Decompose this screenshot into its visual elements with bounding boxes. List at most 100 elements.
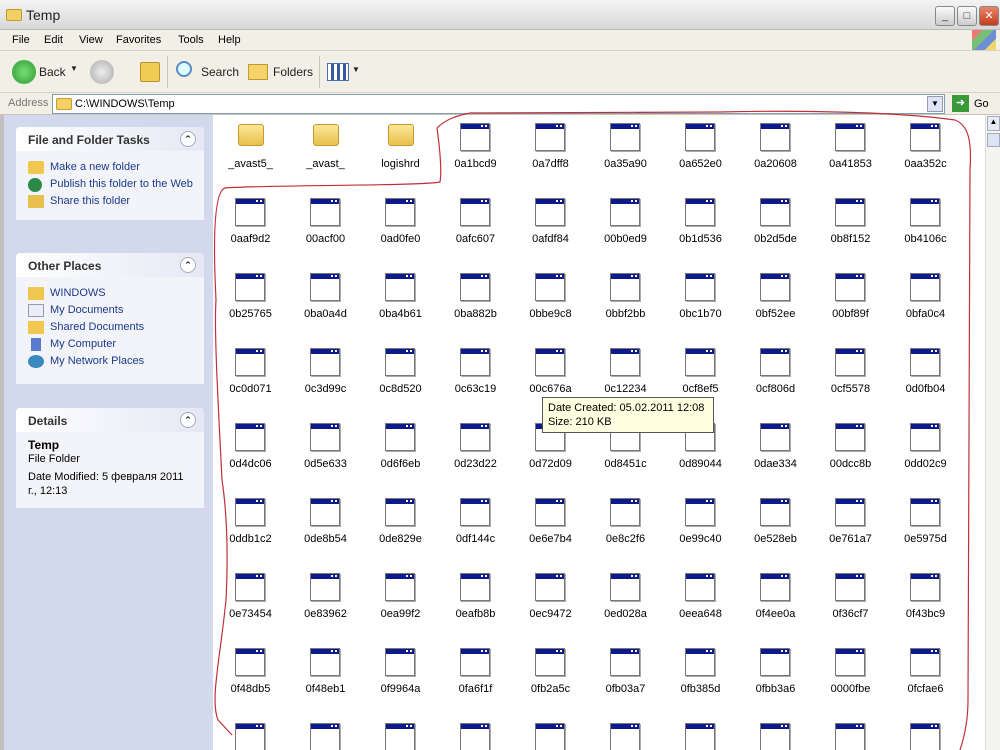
file-item[interactable]: 0a7dff8 [513,118,588,176]
task-new-folder[interactable]: Make a new folder [28,161,194,174]
file-item[interactable]: 0f48eb1 [288,643,363,701]
file-item[interactable] [288,718,363,750]
file-item[interactable]: 00c676a [513,343,588,401]
file-item[interactable]: 0fb385d [663,643,738,701]
file-item[interactable] [888,718,963,750]
folder-item[interactable]: _avast5_ [213,118,288,176]
file-item[interactable]: 0ba4b61 [363,268,438,326]
views-dropdown-icon[interactable]: ▼ [352,65,360,74]
file-item[interactable]: 0e83962 [288,568,363,626]
file-item[interactable] [588,718,663,750]
back-arrow-icon[interactable] [12,60,36,84]
views-icon[interactable] [327,63,349,81]
file-item[interactable]: 0bbe9c8 [513,268,588,326]
place-network[interactable]: My Network Places [28,355,194,368]
file-item[interactable]: 0a652e0 [663,118,738,176]
file-item[interactable]: 0cf5578 [813,343,888,401]
file-item[interactable]: 0fa6f1f [438,643,513,701]
file-item[interactable]: 0c12234 [588,343,663,401]
file-item[interactable]: 0ba0a4d [288,268,363,326]
back-button[interactable]: Back [39,65,66,79]
file-item[interactable] [663,718,738,750]
file-item[interactable]: 0de8b54 [288,493,363,551]
file-item[interactable]: 0aa352c [888,118,963,176]
file-item[interactable]: 0b2d5de [738,193,813,251]
file-item[interactable]: 0cf8ef5 [663,343,738,401]
file-item[interactable] [513,718,588,750]
file-item[interactable]: 0bfa0c4 [888,268,963,326]
collapse-icon[interactable]: ⌃ [180,131,196,147]
file-item[interactable]: 0bf52ee [738,268,813,326]
file-item[interactable] [738,718,813,750]
maximize-button[interactable]: □ [957,6,977,26]
scroll-thumb[interactable] [987,133,1000,147]
file-item[interactable]: 0d0fb04 [888,343,963,401]
menu-file[interactable]: File [12,34,30,46]
file-item[interactable] [213,718,288,750]
file-item[interactable]: 0f36cf7 [813,568,888,626]
folder-item[interactable]: _avast_ [288,118,363,176]
file-item[interactable]: 0a35a90 [588,118,663,176]
collapse-icon[interactable]: ⌃ [180,257,196,273]
file-item[interactable]: 0e99c40 [663,493,738,551]
file-item[interactable]: 0fb2a5c [513,643,588,701]
file-item[interactable]: 0e761a7 [813,493,888,551]
file-item[interactable]: 00bf89f [813,268,888,326]
file-item[interactable]: 0cf806d [738,343,813,401]
menu-favorites[interactable]: Favorites [116,34,161,46]
file-item[interactable]: 0b4106c [888,193,963,251]
file-item[interactable]: 0b25765 [213,268,288,326]
file-item[interactable]: 0eafb8b [438,568,513,626]
file-item[interactable]: 0de829e [363,493,438,551]
file-item[interactable]: 0000fbe [813,643,888,701]
file-item[interactable]: 0ea99f2 [363,568,438,626]
file-item[interactable] [813,718,888,750]
vertical-scrollbar[interactable]: ▲ [985,115,1000,750]
details-header[interactable]: Details ⌃ [16,408,204,432]
file-item[interactable]: 0d5e633 [288,418,363,476]
place-my-documents[interactable]: My Documents [28,304,194,317]
file-item[interactable]: 0e73454 [213,568,288,626]
menu-edit[interactable]: Edit [44,34,63,46]
folders-button[interactable]: Folders [273,65,313,79]
file-item[interactable]: 0fbb3a6 [738,643,813,701]
file-item[interactable]: 0e528eb [738,493,813,551]
place-windows[interactable]: WINDOWS [28,287,194,300]
scroll-up-icon[interactable]: ▲ [987,116,1000,131]
address-input[interactable]: C:\WINDOWS\Temp ▼ [52,94,945,114]
folders-icon[interactable] [248,64,268,80]
file-item[interactable]: 00dcc8b [813,418,888,476]
file-item[interactable]: 0e6e7b4 [513,493,588,551]
file-item[interactable]: 0b1d536 [663,193,738,251]
places-header[interactable]: Other Places ⌃ [16,253,204,277]
close-button[interactable]: ✕ [979,6,999,26]
file-item[interactable]: 0c3d99c [288,343,363,401]
file-item[interactable]: 0d23d22 [438,418,513,476]
file-item[interactable]: 0d6f6eb [363,418,438,476]
menu-view[interactable]: View [79,34,103,46]
file-item[interactable]: 0fcfae6 [888,643,963,701]
file-item[interactable] [363,718,438,750]
file-item[interactable]: 0ddb1c2 [213,493,288,551]
file-item[interactable]: 0f48db5 [213,643,288,701]
up-folder-icon[interactable] [140,62,160,82]
file-item[interactable]: 0a41853 [813,118,888,176]
file-item[interactable]: 0ed028a [588,568,663,626]
file-item[interactable]: 0afc607 [438,193,513,251]
file-item[interactable]: 0f4ee0a [738,568,813,626]
go-button[interactable]: Go [974,98,989,110]
file-item[interactable]: 0bbf2bb [588,268,663,326]
place-my-computer[interactable]: My Computer [28,338,194,351]
menu-help[interactable]: Help [218,34,241,46]
file-item[interactable]: 0ad0fe0 [363,193,438,251]
file-item[interactable]: 0e5975d [888,493,963,551]
file-item[interactable]: 0aaf9d2 [213,193,288,251]
go-arrow-icon[interactable]: ➜ [952,95,969,112]
file-item[interactable] [438,718,513,750]
file-item[interactable]: 00b0ed9 [588,193,663,251]
search-button[interactable]: Search [201,65,239,79]
menu-tools[interactable]: Tools [178,34,204,46]
file-item[interactable]: 0eea648 [663,568,738,626]
task-publish[interactable]: Publish this folder to the Web [28,178,194,192]
address-dropdown-icon[interactable]: ▼ [927,96,943,112]
